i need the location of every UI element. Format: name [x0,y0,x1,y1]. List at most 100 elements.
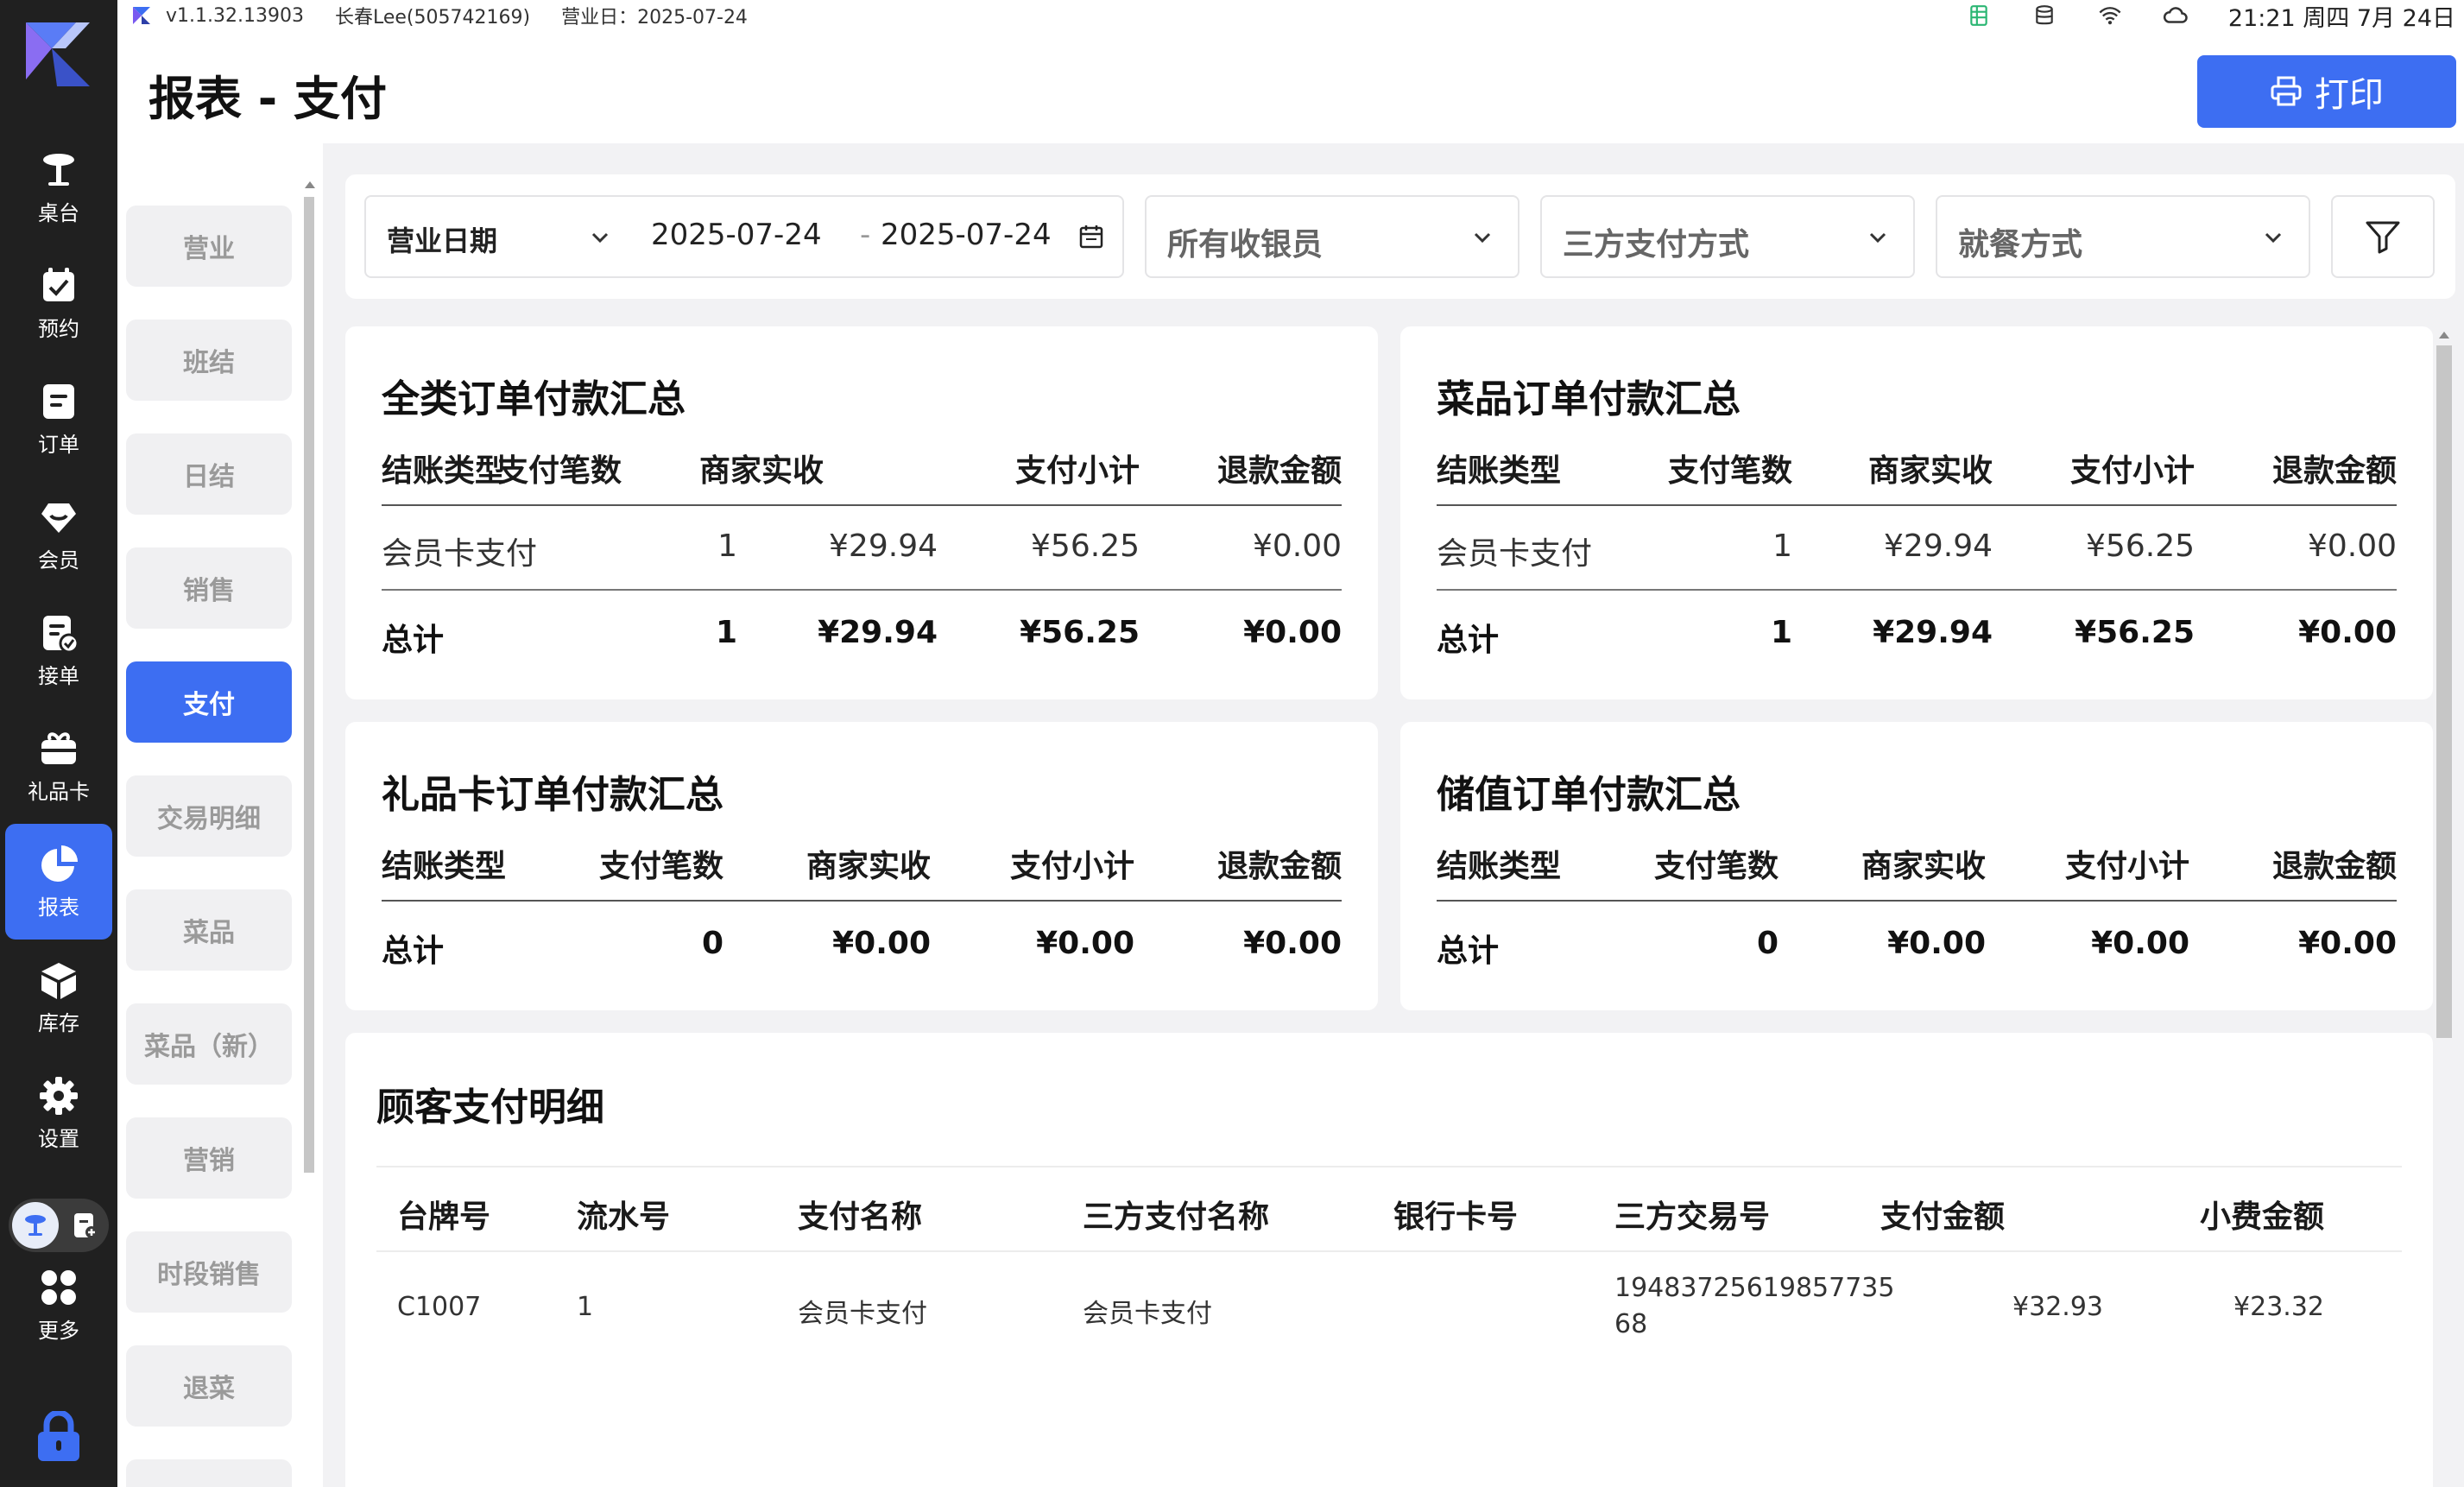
column-header: 支付金额 [1880,1199,2005,1235]
chevron-down-icon[interactable] [589,226,611,249]
column-header: 支付笔数 [496,453,622,489]
nav-item-inventory[interactable]: 库存 [5,940,112,1055]
card-title: 储值订单付款汇总 [1437,773,1741,817]
card-title: 全类订单付款汇总 [382,377,685,421]
page-header: 报表 - 支付 打印 [117,31,2464,143]
nav-label: 会员 [38,547,79,573]
cashier-select[interactable]: 所有收银员 [1145,195,1519,278]
detail-table-header: 台牌号 流水号 支付名称 三方支付名称 银行卡号 三方交易号 支付金额 小费金额 [376,1166,2402,1252]
column-header: 支付名称 [798,1199,923,1235]
column-header: 结账类型 [382,453,507,489]
summary-table: 结账类型 支付笔数 商家实收 支付小计 退款金额 会员卡支付 1 ¥29.94 … [382,446,1342,687]
report-menu-item[interactable] [126,1459,292,1487]
scroll-up-arrow-icon[interactable] [305,181,315,188]
nav-item-orders[interactable]: 订单 [5,361,112,477]
cell-pay-name: 会员卡支付 [798,1299,927,1329]
cell: 总计 [1437,623,1500,658]
table-icon [43,153,74,186]
report-menu: 营业 班结 日结 销售 支付 交易明细 菜品 菜品（新） 营销 时段销售 退菜 [117,143,323,1487]
calendar-icon[interactable] [1077,223,1105,250]
table-header: 结账类型 支付笔数 商家实收 支付小计 退款金额 [382,841,1342,893]
cell: 总计 [382,933,445,969]
cell: ¥29.94 [1873,615,1993,650]
filter-bar: 营业日期 2025-07-24 - 2025-07-24 所有收银员 三方支付方… [345,174,2455,299]
nav-item-tables[interactable]: 桌台 [5,130,112,245]
print-button[interactable]: 打印 [2197,55,2456,128]
total-row: 总计 1 ¥29.94 ¥56.25 ¥0.00 [382,615,1342,667]
nav-item-reports[interactable]: 报表 [5,824,112,940]
print-label: 打印 [2315,75,2384,115]
dining-value: 就餐方式 [1958,227,2083,263]
cell: ¥29.94 [829,528,938,564]
date-from[interactable]: 2025-07-24 [651,218,822,252]
mode-toggle[interactable] [9,1199,109,1252]
nav-item-members[interactable]: 会员 [5,477,112,592]
cell: 1 [715,615,737,650]
nav-label: 设置 [38,1126,79,1151]
main-scroll-thumb[interactable] [2436,345,2452,1038]
column-header: 退款金额 [2271,453,2397,489]
gift-card-icon [41,731,76,764]
cell: ¥29.94 [1884,528,1993,564]
member-icon [41,503,76,533]
date-type-label[interactable]: 营业日期 [387,219,497,259]
date-to[interactable]: 2025-07-24 [881,218,1052,252]
cell: 0 [1756,926,1779,961]
cell-serial: 1 [577,1292,594,1322]
cell-tip: ¥23.32 [2233,1292,2324,1322]
report-menu-item[interactable]: 营业 [126,206,292,287]
report-menu-item[interactable]: 营销 [126,1117,292,1199]
nav-label: 报表 [38,895,79,920]
divider [1437,900,2397,902]
nav-item-receive-orders[interactable]: 接单 [5,592,112,708]
cloud-icon[interactable] [2163,3,2189,28]
date-range-picker[interactable]: 营业日期 2025-07-24 - 2025-07-24 [364,195,1124,278]
report-menu-item[interactable]: 时段销售 [126,1231,292,1313]
database-icon[interactable] [2031,3,2057,28]
scroll-up-arrow-icon[interactable] [2439,332,2449,339]
column-header: 支付小计 [1009,849,1134,884]
third-party-pay-select[interactable]: 三方支付方式 [1540,195,1915,278]
report-menu-item[interactable]: 销售 [126,547,292,629]
order-icon [43,383,74,419]
cell-trade-no-cont: 68 [1614,1309,1648,1339]
app-version: v1.1.32.13903 [166,4,304,27]
filter-icon [2366,221,2400,254]
sheet-icon[interactable] [1966,3,1992,28]
report-menu-item[interactable]: 班结 [126,320,292,401]
report-menu-item-active[interactable]: 支付 [126,661,292,743]
clock: 21:21 周四 7月 24日 [2227,4,2455,32]
column-header: 支付小计 [2069,453,2195,489]
report-menu-item[interactable]: 菜品 [126,889,292,971]
cell: ¥0.00 [1036,926,1134,961]
cell: 会员卡支付 [382,536,538,572]
nav-item-gift-cards[interactable]: 礼品卡 [5,708,112,824]
cell: ¥0.00 [1243,615,1342,650]
summary-card-stored-value: 储值订单付款汇总 结账类型 支付笔数 商家实收 支付小计 退款金额 总计 0 ¥… [1400,722,2433,1010]
report-menu-item[interactable]: 日结 [126,433,292,515]
filter-button[interactable] [2331,195,2435,278]
column-header: 退款金额 [2271,849,2397,884]
wifi-icon[interactable] [2097,3,2123,28]
report-menu-item[interactable]: 菜品（新） [126,1003,292,1085]
report-menu-item[interactable]: 交易明细 [126,775,292,857]
nav-label: 订单 [38,432,79,457]
table-row: 会员卡支付 1 ¥29.94 ¥56.25 ¥0.00 [382,528,1342,580]
brand-logo-icon [26,22,90,86]
card-title: 顾客支付明细 [376,1085,604,1129]
nav-item-settings[interactable]: 设置 [5,1055,112,1171]
nav-item-reservations[interactable]: 预约 [5,245,112,361]
summary-card-gift-card: 礼品卡订单付款汇总 结账类型 支付笔数 商家实收 支付小计 退款金额 总计 0 … [345,722,1378,1010]
nav-item-more[interactable]: 更多 [5,1247,112,1363]
cashier-value: 所有收银员 [1167,227,1324,263]
report-menu-item[interactable]: 退菜 [126,1345,292,1427]
column-header: 支付笔数 [598,849,723,884]
dining-mode-select[interactable]: 就餐方式 [1936,195,2310,278]
cell: ¥56.25 [2075,615,2195,650]
report-menu-scroll-thumb[interactable] [304,197,314,1173]
column-header: 三方支付名称 [1083,1199,1270,1235]
date-separator: - [860,218,871,252]
lock-icon[interactable] [36,1411,81,1463]
payment-detail-card: 顾客支付明细 [345,1033,2433,1487]
column-header: 支付笔数 [1653,849,1779,884]
